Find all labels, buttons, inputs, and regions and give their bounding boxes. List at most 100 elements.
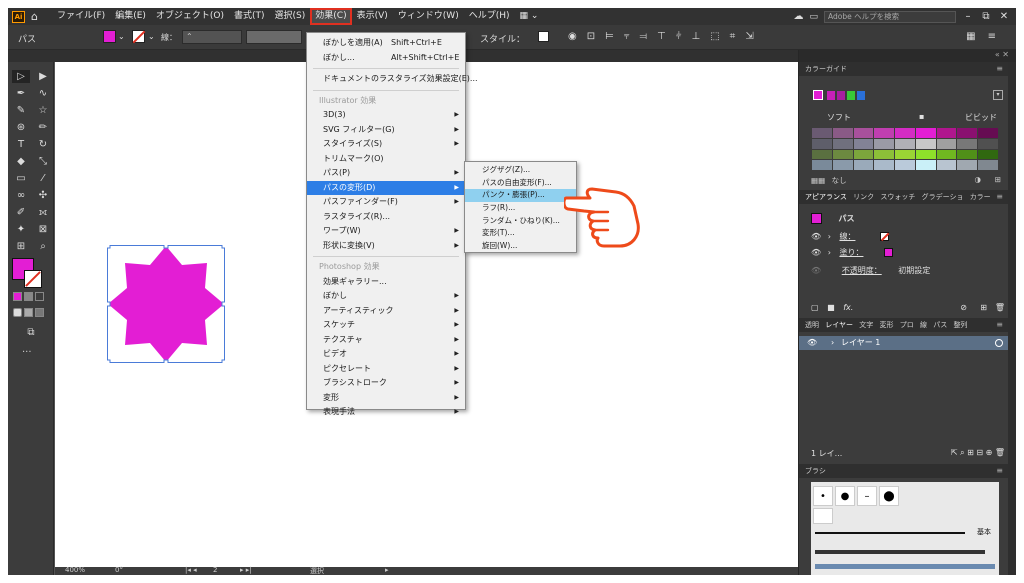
brush-pattern-stroke[interactable] [815, 564, 995, 569]
tab-pathfinder[interactable]: パス [933, 321, 947, 329]
toolbar-stroke-color[interactable] [24, 270, 42, 288]
layer-target-icon[interactable] [995, 339, 1003, 347]
transform-item[interactable]: 変形(T)... [465, 227, 576, 240]
effect-svg-filter-item[interactable]: SVG フィルター(G) ▶ [307, 123, 465, 138]
workspace-switcher-icon[interactable]: ▦ ⌄ [515, 8, 544, 25]
eyedropper-tool-icon[interactable]: ⁄ [34, 172, 52, 185]
direct-selection-tool-icon[interactable]: ▶ [34, 70, 52, 83]
menu-file[interactable]: ファイル(F) [52, 8, 110, 25]
layer-visibility-icon[interactable]: 👁 [807, 336, 817, 350]
panel-menu-icon[interactable]: ≡ [996, 62, 1003, 76]
appearance-fill-swatch[interactable] [884, 248, 893, 257]
color-guide-base-swatch[interactable] [813, 90, 823, 100]
last-effect-item[interactable]: ぼかし... Alt+Shift+Ctrl+E [307, 51, 465, 66]
grid-icon[interactable]: ▦ [966, 31, 975, 42]
spiral-tool-icon[interactable]: ⊛ [12, 121, 30, 134]
delete-item-icon[interactable]: 🗑 [995, 303, 1005, 312]
swatch-library-icon[interactable]: ▦▦ [811, 176, 825, 185]
draw-inside-icon[interactable] [35, 308, 44, 317]
brush-library[interactable]: • ● – ⬤ 基本 [811, 482, 999, 575]
color-guide-swatch[interactable] [978, 160, 998, 170]
effect-blur-item[interactable]: ぼかし ▶ [307, 289, 465, 304]
align-center-icon[interactable]: ⫧ [624, 31, 630, 42]
fill-swatch[interactable] [103, 30, 116, 43]
effect-distort-item[interactable]: 変形 ▶ [307, 391, 465, 406]
layer-actions-icons[interactable]: ⇱ ⌕ ⊞ ⊟ ⊕ 🗑 [951, 448, 1005, 458]
color-guide-swatch-grid[interactable] [812, 128, 998, 170]
gradient-mode-icon[interactable] [24, 292, 33, 301]
tab-gradient[interactable]: グラデーショ [922, 193, 964, 201]
restore-icon[interactable]: ⧉ [980, 11, 992, 22]
pucker-bloat-item[interactable]: パンク・膨張(P)... [465, 189, 576, 203]
menu-window[interactable]: ウィンドウ(W) [393, 8, 464, 25]
harmony-dropdown-icon[interactable]: ▾ [993, 90, 1003, 100]
collapse-dock-icon[interactable]: « ✕ [995, 50, 1009, 59]
tab-character[interactable]: 文字 [859, 321, 873, 329]
color-guide-swatch[interactable] [915, 160, 936, 170]
color-guide-swatch[interactable] [832, 149, 853, 160]
color-guide-swatch[interactable] [853, 149, 874, 160]
effect-rasterize-item[interactable]: ラスタライズ(R)... [307, 210, 465, 225]
color-guide-swatch[interactable] [874, 149, 895, 160]
artboard-nav-next-icon[interactable]: ▸ ▸| [240, 566, 252, 574]
visibility-eye-icon[interactable]: 👁 [811, 232, 821, 241]
star-tool-icon[interactable]: ☆ [34, 104, 52, 117]
apply-last-effect-item[interactable]: ぼかしを適用(A) Shift+Ctrl+E [307, 36, 465, 51]
stroke-weight-field[interactable]: ⌃ [182, 30, 242, 44]
tweak-item[interactable]: ランダム・ひねり(K)... [465, 215, 576, 228]
color-guide-swatch[interactable] [853, 138, 874, 149]
tab-align[interactable]: 整列 [953, 321, 967, 329]
effect-artistic-item[interactable]: アーティスティック ▶ [307, 304, 465, 319]
home-icon[interactable]: ⌂ [31, 10, 38, 23]
cloud-icon[interactable]: ☁ [793, 11, 803, 22]
visibility-eye-icon[interactable]: 👁 [811, 248, 821, 257]
brush-dot-large[interactable]: ⬤ [879, 486, 899, 506]
arrange-icon[interactable]: ⇲ [745, 31, 753, 42]
color-guide-swatch[interactable] [957, 160, 978, 170]
isolate-icon[interactable]: ⌗ [730, 31, 736, 42]
width-tool-icon[interactable]: ⟗ [34, 206, 52, 219]
color-guide-swatch[interactable] [853, 160, 874, 170]
effect-video-item[interactable]: ビデオ ▶ [307, 347, 465, 362]
roughen-item[interactable]: ラフ(R)... [465, 202, 576, 215]
tab-links[interactable]: リンク [853, 193, 874, 201]
effect-gallery-item[interactable]: 効果ギャラリー... [307, 275, 465, 290]
raster-settings-item[interactable]: ドキュメントのラスタライズ効果設定(E)... [307, 72, 478, 87]
help-search-input[interactable]: Adobe ヘルプを検索 [824, 10, 956, 23]
appearance-stroke-row[interactable]: 👁 › 線： [811, 231, 890, 242]
selected-star-shape[interactable] [105, 243, 227, 365]
effect-warp-item[interactable]: ワープ(W) ▶ [307, 224, 465, 239]
tab-color[interactable]: カラー [970, 193, 991, 201]
color-guide-swatch[interactable] [895, 138, 915, 149]
appearance-stroke-swatch[interactable] [880, 232, 890, 241]
panel-menu-icon[interactable]: ≡ [996, 464, 1003, 478]
align-to-icon[interactable]: ⊡ [587, 31, 595, 42]
effect-stylize-ps-item[interactable]: 表現手法 ▶ [307, 405, 465, 420]
color-guide-swatch[interactable] [812, 149, 832, 160]
color-guide-swatch[interactable] [915, 138, 936, 149]
none-mode-icon[interactable] [35, 292, 44, 301]
blend-tool-icon[interactable]: ∞ [12, 189, 30, 202]
transform-icon[interactable]: ⬚ [710, 31, 719, 42]
align-middle-icon[interactable]: ⫩ [676, 31, 682, 42]
color-guide-swatch[interactable] [874, 128, 895, 138]
pin-tool-icon[interactable]: ✦ [12, 223, 30, 236]
expand-layer-icon[interactable]: › [831, 336, 834, 350]
layer-name[interactable]: レイヤー 1 [841, 336, 880, 350]
tab-stroke[interactable]: 線 [920, 321, 927, 329]
brush-dot-medium[interactable]: ● [835, 486, 855, 506]
scale-tool-icon[interactable]: ⤡ [34, 155, 52, 168]
add-stroke-icon[interactable]: ▢ [811, 303, 819, 312]
harmony-colors[interactable] [827, 91, 865, 100]
stroke-swatch[interactable] [132, 30, 145, 43]
edit-colors-icon[interactable]: ◑ [974, 175, 981, 184]
selection-tool-icon[interactable]: ▷ [12, 70, 30, 83]
artboard-tool-icon[interactable]: ⊞ [12, 240, 30, 253]
color-mode-icon[interactable] [13, 292, 22, 301]
color-guide-swatch[interactable] [936, 128, 957, 138]
tab-layers[interactable]: レイヤー [825, 321, 853, 329]
zigzag-item[interactable]: ジグザグ(Z)... [465, 164, 576, 177]
effect-pixelate-item[interactable]: ピクセレート ▶ [307, 362, 465, 377]
color-guide-swatch[interactable] [957, 128, 978, 138]
appearance-opacity-row[interactable]: 👁 不透明度： 初期設定 [811, 265, 930, 276]
